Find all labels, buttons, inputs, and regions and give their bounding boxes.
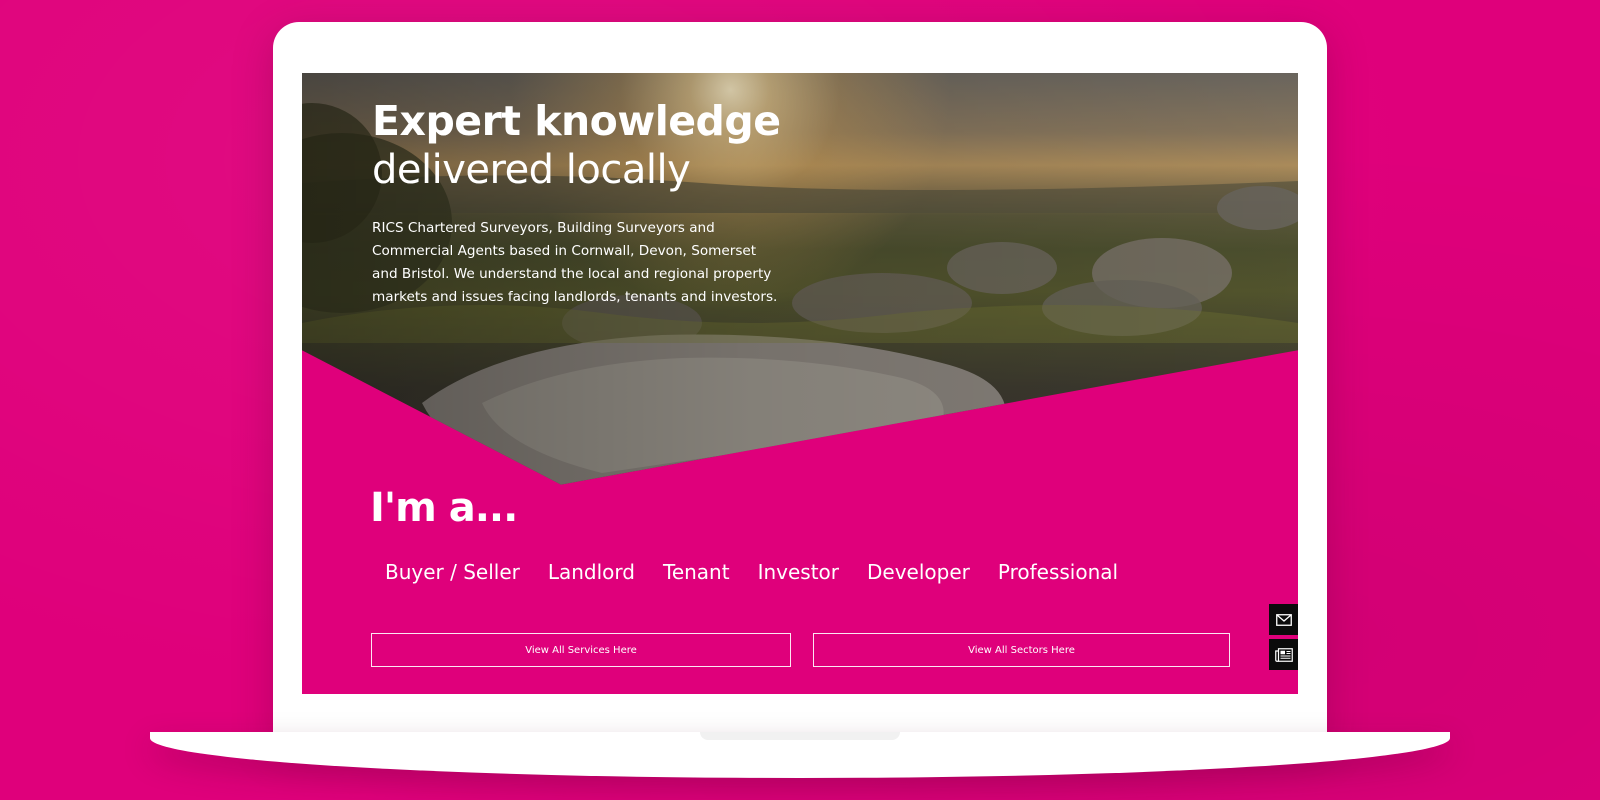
role-investor[interactable]: Investor — [758, 560, 839, 584]
hero-title: Expert knowledge — [372, 97, 781, 145]
hero-text-block: Expert knowledge delivered locally RICS … — [372, 97, 792, 309]
laptop-notch — [700, 732, 900, 740]
role-buyer-seller[interactable]: Buyer / Seller — [385, 560, 520, 584]
audience-heading: I'm a... — [370, 485, 518, 531]
newspaper-icon — [1274, 647, 1293, 662]
news-button[interactable] — [1269, 639, 1298, 670]
mail-button[interactable] — [1269, 604, 1298, 635]
view-sectors-button[interactable]: View All Sectors Here — [813, 633, 1230, 667]
website-screen: Expert knowledge delivered locally RICS … — [302, 73, 1298, 694]
hero-subtitle: delivered locally — [372, 147, 691, 193]
background-stage: Expert knowledge delivered locally RICS … — [0, 0, 1600, 800]
view-services-button[interactable]: View All Services Here — [371, 633, 791, 667]
audience-role-list: Buyer / Seller Landlord Tenant Investor … — [385, 560, 1118, 584]
role-landlord[interactable]: Landlord — [548, 560, 635, 584]
role-tenant[interactable]: Tenant — [663, 560, 730, 584]
envelope-icon — [1275, 613, 1292, 626]
hero-description: RICS Chartered Surveyors, Building Surve… — [372, 220, 778, 305]
role-developer[interactable]: Developer — [867, 560, 970, 584]
role-professional[interactable]: Professional — [998, 560, 1118, 584]
